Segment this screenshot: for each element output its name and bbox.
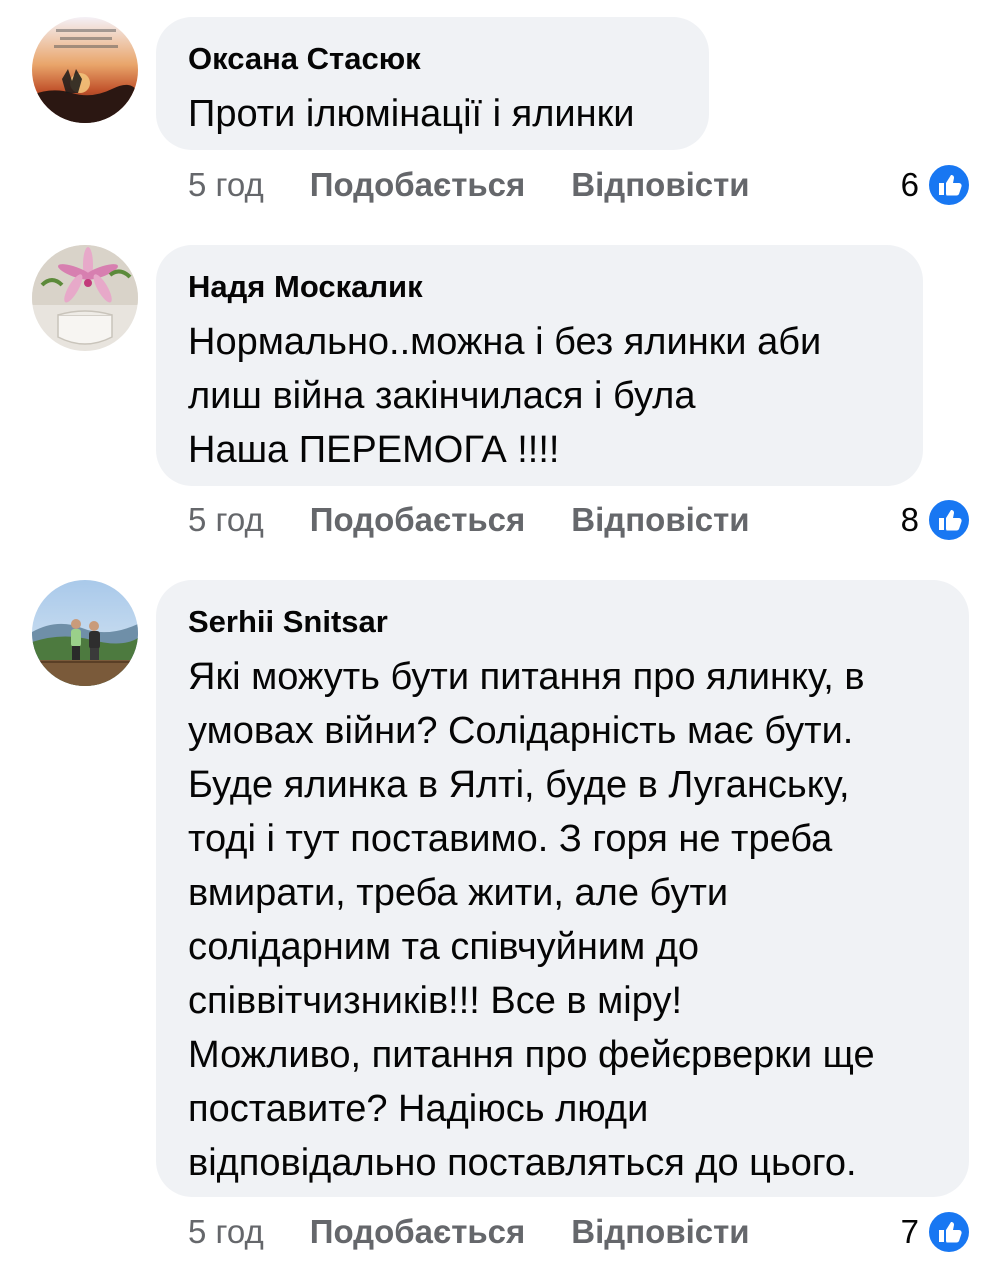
comment-actions: 5 год Подобається Відповісти 7: [188, 1209, 971, 1255]
reaction-count: 8: [900, 501, 919, 538]
comment-author[interactable]: Надя Москалик: [188, 269, 891, 305]
comment-text: Які можуть бути питання про ялинку, в ум…: [188, 656, 875, 1184]
like-button[interactable]: Подобається: [310, 1213, 526, 1251]
comment-bubble: Serhii Snitsar Які можуть бути питання п…: [156, 580, 969, 1197]
like-reaction-icon: [927, 163, 971, 207]
comment-text: Нормально..можна і без ялинки аби лиш ві…: [188, 321, 822, 471]
reply-button[interactable]: Відповісти: [571, 1213, 749, 1251]
reaction-summary[interactable]: 6: [901, 163, 971, 207]
comment-bubble: Оксана Стасюк Проти ілюмінації і ялинки: [156, 17, 709, 150]
reaction-summary[interactable]: 7: [901, 1210, 971, 1254]
reply-button[interactable]: Відповісти: [571, 501, 749, 539]
comment-time[interactable]: 5 год: [188, 166, 264, 204]
comment-bubble: Надя Москалик Нормально..можна і без яли…: [156, 245, 923, 486]
reaction-summary[interactable]: 8: [901, 498, 971, 542]
comment-text: Проти ілюмінації і ялинки: [188, 93, 635, 135]
avatar[interactable]: [32, 17, 138, 123]
comment-time[interactable]: 5 год: [188, 1213, 264, 1251]
comment-actions: 5 год Подобається Відповісти 8: [188, 497, 971, 543]
like-reaction-icon: [927, 498, 971, 542]
avatar[interactable]: [32, 580, 138, 686]
reaction-count: 7: [900, 1213, 919, 1250]
like-reaction-icon: [927, 1210, 971, 1254]
like-button[interactable]: Подобається: [310, 501, 526, 539]
comment-author[interactable]: Serhii Snitsar: [188, 604, 937, 640]
avatar[interactable]: [32, 245, 138, 351]
comment-author[interactable]: Оксана Стасюк: [188, 41, 677, 77]
comment-time[interactable]: 5 год: [188, 501, 264, 539]
reaction-count: 6: [900, 166, 919, 203]
like-button[interactable]: Подобається: [310, 166, 526, 204]
comment-actions: 5 год Подобається Відповісти 6: [188, 162, 971, 208]
reply-button[interactable]: Відповісти: [571, 166, 749, 204]
